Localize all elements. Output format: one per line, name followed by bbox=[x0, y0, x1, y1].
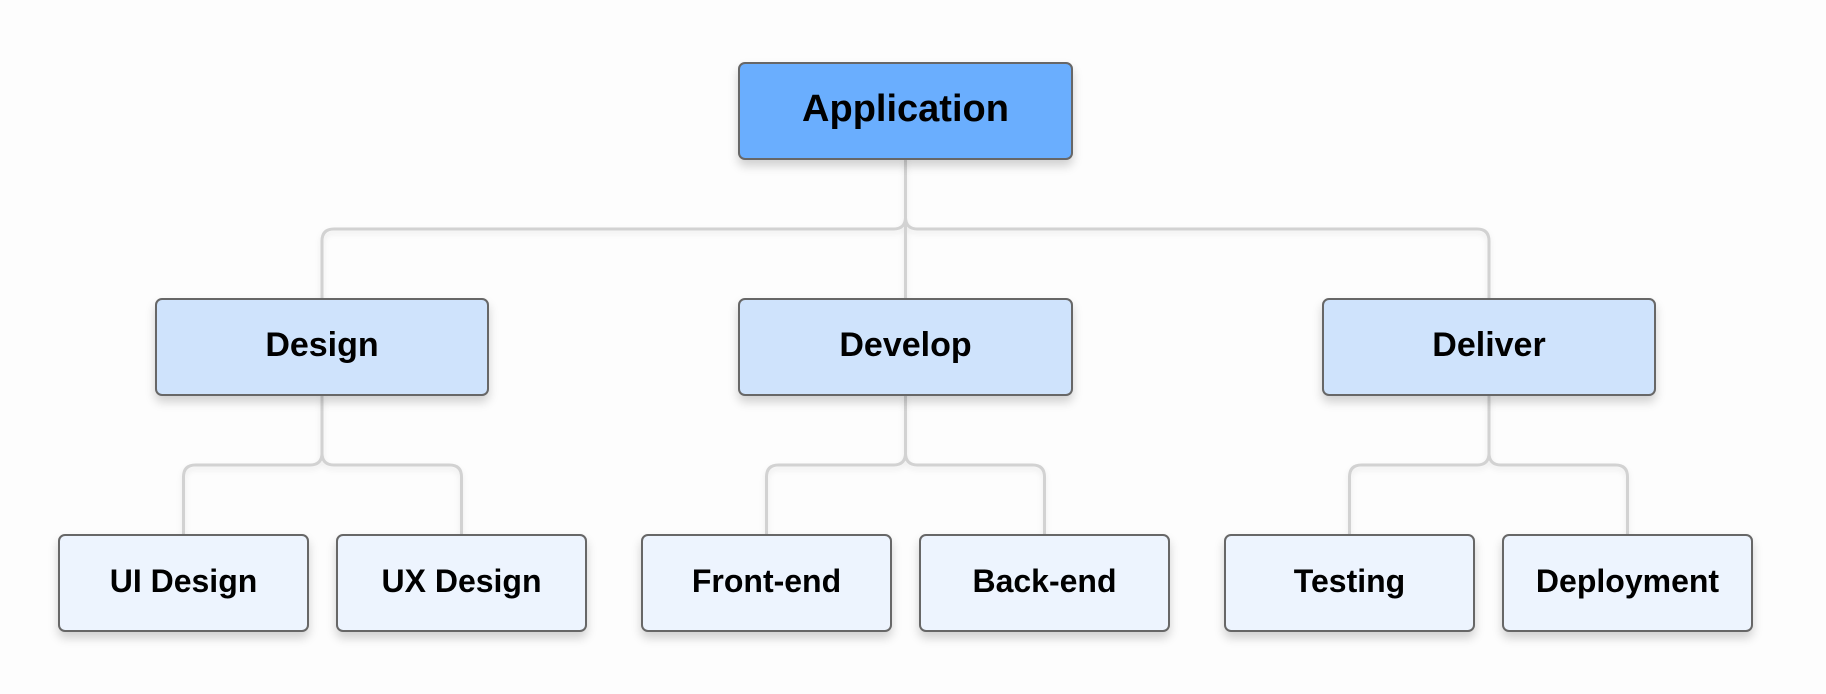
node-ux-design[interactable]: UX Design bbox=[336, 534, 587, 632]
connector-line bbox=[1348, 394, 1491, 536]
connector-line bbox=[182, 394, 324, 536]
node-label: Back-end bbox=[972, 562, 1117, 599]
node-label: Deployment bbox=[1535, 562, 1720, 599]
connector-line bbox=[320, 394, 463, 536]
node-label: Design bbox=[265, 325, 379, 364]
connector-line bbox=[765, 394, 907, 536]
node-deployment[interactable]: Deployment bbox=[1502, 534, 1753, 632]
connector-line bbox=[320, 158, 907, 300]
node-ui-design[interactable]: UI Design bbox=[58, 534, 309, 632]
node-label: Front-end bbox=[691, 562, 842, 599]
node-application[interactable]: Application bbox=[738, 62, 1073, 160]
connector-line bbox=[904, 158, 1491, 300]
node-testing[interactable]: Testing bbox=[1224, 534, 1475, 632]
node-develop[interactable]: Develop bbox=[738, 298, 1073, 396]
connector-line bbox=[1487, 394, 1629, 536]
node-label: Testing bbox=[1293, 562, 1406, 599]
node-front-end[interactable]: Front-end bbox=[641, 534, 892, 632]
node-back-end[interactable]: Back-end bbox=[919, 534, 1170, 632]
node-label: Develop bbox=[839, 325, 972, 364]
node-design[interactable]: Design bbox=[155, 298, 489, 396]
node-label: UI Design bbox=[109, 562, 258, 599]
connector-line bbox=[904, 394, 1046, 536]
node-deliver[interactable]: Deliver bbox=[1322, 298, 1656, 396]
node-label: UX Design bbox=[381, 562, 542, 599]
node-label: Deliver bbox=[1432, 325, 1546, 364]
node-label: Application bbox=[802, 87, 1009, 130]
tree-diagram: Application Design Develop Deliver UI De… bbox=[0, 0, 1826, 694]
